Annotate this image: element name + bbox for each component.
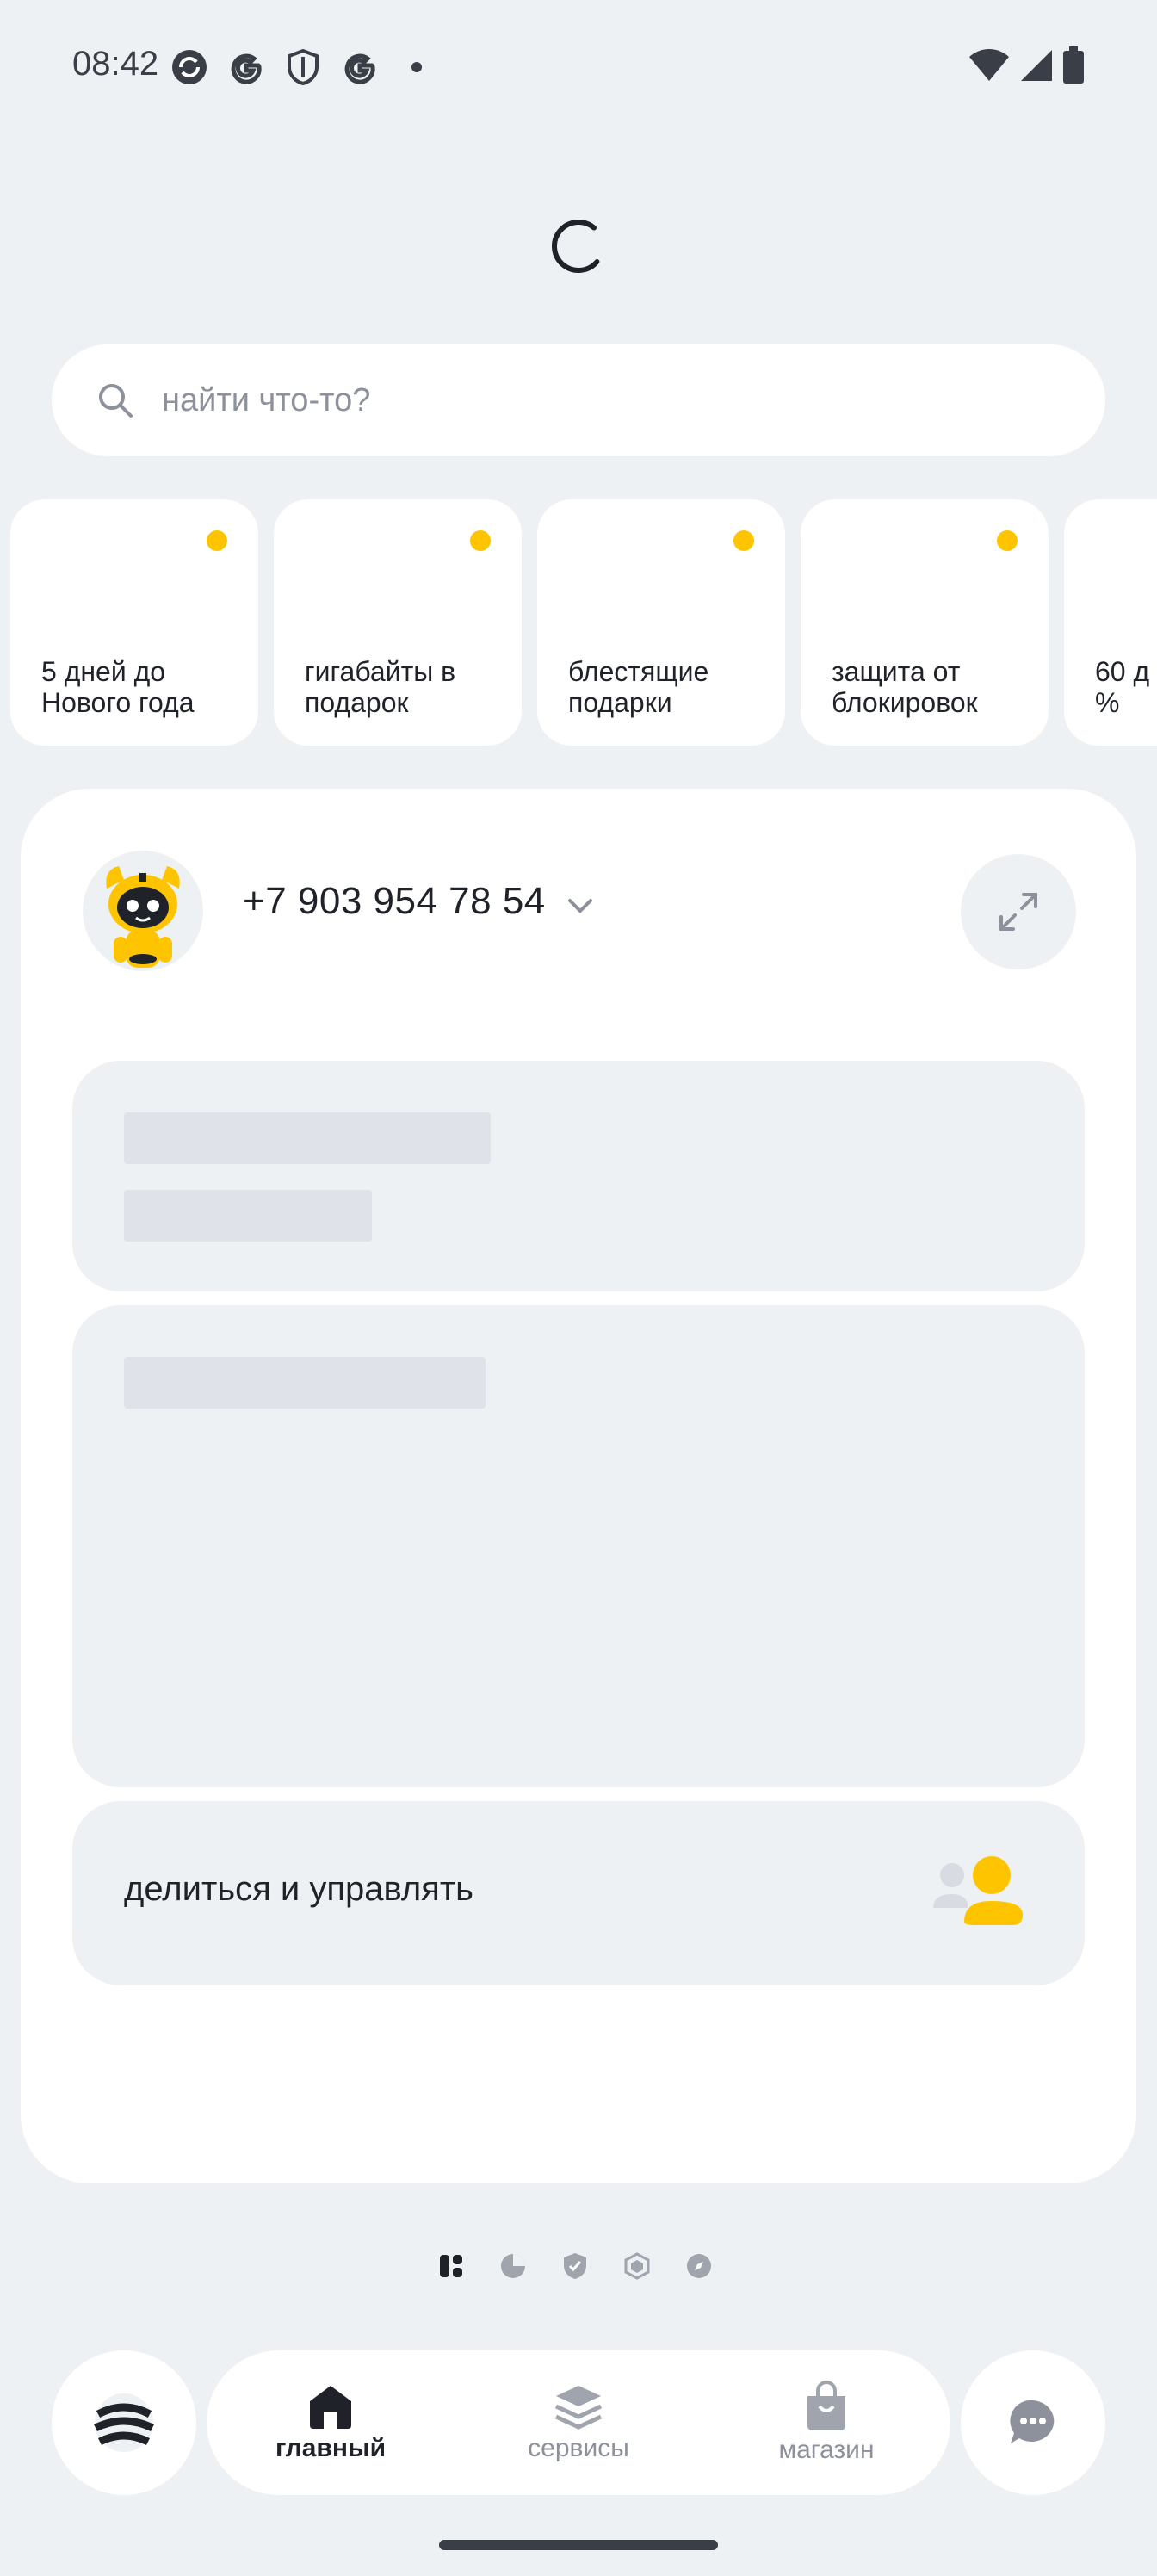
nav-item-home[interactable]: главный [207, 2350, 455, 2495]
account-card: +7 903 954 78 54 делиться и управлять [21, 789, 1136, 2183]
bottom-navigation: главный сервисы магазин [207, 2350, 950, 2495]
unread-dot [207, 530, 227, 551]
skeleton-line [124, 1112, 491, 1164]
widgets-icon[interactable] [437, 2252, 465, 2280]
nav-label: главный [275, 2434, 387, 2462]
status-time: 08:42 [72, 45, 159, 83]
compass-icon[interactable] [685, 2252, 713, 2280]
google-icon [339, 46, 381, 88]
beeline-logo-button[interactable] [52, 2350, 196, 2495]
nav-item-services[interactable]: сервисы [455, 2350, 702, 2495]
story-label: гигабайты в подарок [305, 656, 456, 718]
unread-dot [733, 530, 754, 551]
story-label: 60 д % [1095, 656, 1150, 718]
story-card[interactable]: гигабайты в подарок [274, 499, 522, 746]
nav-label: магазин [778, 2436, 875, 2464]
sync-icon [169, 46, 210, 88]
phone-number-selector[interactable]: +7 903 954 78 54 [243, 880, 546, 923]
status-notification-icons [169, 45, 437, 90]
page-indicator [437, 2249, 713, 2283]
search-bar[interactable] [52, 344, 1105, 456]
story-card[interactable]: защита от блокировок [801, 499, 1049, 746]
story-label: блестящие подарки [568, 656, 709, 718]
share-manage-button[interactable]: делиться и управлять [72, 1801, 1085, 1985]
battery-icon [1062, 46, 1085, 89]
beeline-logo-icon [94, 2393, 154, 2452]
expand-icon [999, 893, 1037, 931]
search-icon [99, 384, 133, 418]
unread-dot [470, 530, 491, 551]
pie-chart-icon[interactable] [499, 2252, 527, 2280]
search-input[interactable] [160, 381, 1024, 420]
signal-icon [1019, 48, 1054, 87]
story-label: 5 дней до Нового года [41, 656, 195, 718]
users-icon [933, 1856, 1023, 1925]
chat-icon [1010, 2400, 1055, 2443]
nav-label: сервисы [528, 2434, 629, 2462]
skeleton-line [124, 1190, 372, 1242]
status-system-icons [968, 45, 1085, 90]
story-card[interactable]: 5 дней до Нового года [10, 499, 258, 746]
home-icon [310, 2386, 351, 2429]
story-card[interactable]: блестящие подарки [537, 499, 785, 746]
layers-icon [554, 2386, 603, 2430]
chevron-down-icon[interactable] [565, 890, 596, 921]
skeleton-line [124, 1357, 486, 1409]
home-indicator[interactable] [439, 2540, 718, 2550]
unread-dot [997, 530, 1018, 551]
tariff-skeleton-panel [72, 1305, 1085, 1787]
shopping-bag-icon [807, 2381, 845, 2430]
nav-item-shop[interactable]: магазин [702, 2350, 950, 2495]
robot-avatar-icon[interactable] [83, 851, 203, 971]
share-manage-label: делиться и управлять [124, 1870, 473, 1908]
google-icon [226, 46, 267, 88]
chat-button[interactable] [961, 2350, 1105, 2495]
dot-icon [396, 46, 437, 88]
expand-button[interactable] [961, 854, 1076, 969]
wifi-icon [968, 48, 1011, 87]
story-label: защита от блокировок [832, 656, 978, 718]
loading-spinner-icon [546, 214, 611, 279]
balance-skeleton-panel [72, 1061, 1085, 1291]
shield-check-icon[interactable] [561, 2252, 589, 2280]
hexagon-icon[interactable] [623, 2252, 651, 2280]
shield-icon [282, 46, 324, 88]
story-card[interactable]: 60 д % [1064, 499, 1157, 746]
stories-carousel[interactable]: 5 дней до Нового года гигабайты в подаро… [10, 499, 1157, 746]
